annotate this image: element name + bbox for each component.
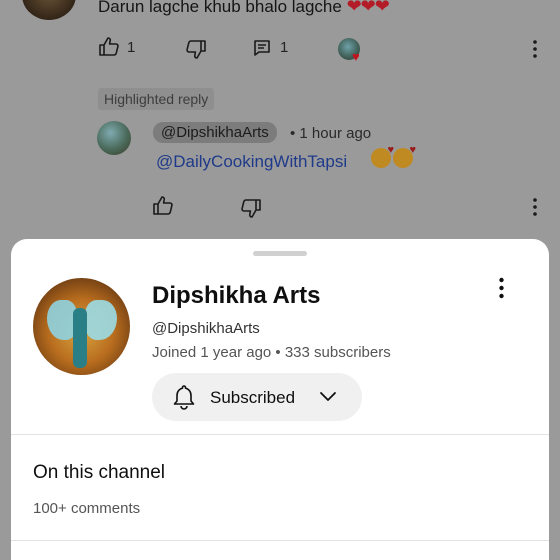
like-button[interactable] — [98, 36, 120, 56]
commenter-avatar[interactable] — [22, 0, 76, 20]
sheet-drag-handle[interactable] — [253, 251, 307, 256]
reply-count: 1 — [280, 39, 289, 56]
thumbs-down-icon — [240, 199, 262, 219]
reply-mention-link[interactable]: @DailyCookingWithTapsi — [156, 152, 347, 172]
comment-icon — [253, 39, 271, 57]
like-count: 1 — [127, 39, 136, 56]
subscribed-button[interactable]: Subscribed — [152, 373, 362, 421]
chevron-down-icon — [319, 390, 337, 408]
reply-timestamp: • 1 hour ago — [290, 125, 372, 142]
reply-button[interactable] — [253, 39, 271, 57]
sheet-divider — [11, 540, 549, 541]
channel-handle: @DipshikhaArts — [152, 320, 260, 337]
reply-author-handle[interactable]: @DipshikhaArts — [153, 122, 277, 143]
comment-more-button[interactable] — [528, 38, 542, 60]
comment-hearts: ❤❤❤ — [346, 0, 390, 16]
on-this-channel-title: On this channel — [33, 462, 166, 483]
channel-bottom-sheet: Dipshikha Arts @DipshikhaArts Joined 1 y… — [11, 239, 549, 560]
highlighted-reply-label: Highlighted reply — [98, 88, 215, 110]
thumbs-down-icon — [185, 40, 207, 60]
comment-body: Darun lagche khub bhalo lagche ❤❤❤ — [98, 0, 390, 17]
channel-avatar[interactable] — [33, 278, 130, 375]
thumbs-up-icon — [98, 36, 120, 56]
channel-comments-count[interactable]: 100+ comments — [33, 500, 140, 517]
reply-dislike-button[interactable] — [240, 199, 262, 219]
more-vertical-icon — [533, 198, 537, 216]
channel-name[interactable]: Dipshikha Arts — [152, 282, 320, 310]
bell-icon — [172, 384, 196, 415]
subscribed-label: Subscribed — [210, 388, 296, 407]
reply-like-button[interactable] — [152, 195, 174, 215]
sheet-divider — [11, 434, 549, 435]
smiling-hearts-emoji-icon — [393, 144, 416, 168]
smiling-hearts-emoji-icon — [371, 144, 394, 168]
thumbs-up-icon — [152, 195, 174, 215]
reply-more-button[interactable] — [528, 196, 542, 218]
more-vertical-icon — [498, 277, 504, 299]
reply-avatar[interactable] — [97, 121, 131, 155]
channel-more-button[interactable] — [489, 274, 513, 302]
reply-emoji — [371, 144, 416, 174]
creator-heart-icon: ♥ — [352, 49, 360, 64]
channel-meta: Joined 1 year ago • 333 subscribers — [152, 344, 391, 361]
avatar-art — [73, 308, 87, 368]
dislike-button[interactable] — [185, 40, 207, 60]
avatar-art — [85, 300, 117, 340]
comment-text: Darun lagche khub bhalo lagche — [98, 0, 342, 16]
more-vertical-icon — [533, 40, 537, 58]
